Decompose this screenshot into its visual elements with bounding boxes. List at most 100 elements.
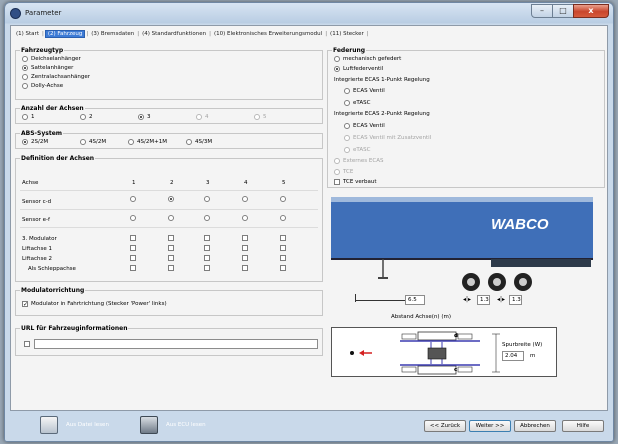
abs-option-4s3m[interactable]: 4S/3M — [186, 139, 212, 145]
aus-datei-button[interactable]: Aus Datei lesen — [40, 416, 109, 434]
tab-erweiterungsmodul[interactable]: (10) Elektronisches Erweiterungsmodul — [212, 31, 324, 37]
option-sattelanhaenger[interactable]: Sattelanhänger — [22, 65, 73, 71]
minimize-button[interactable]: – — [531, 4, 553, 18]
achsen-option-4[interactable]: 4 — [196, 114, 209, 120]
achse-column-3: 3 — [206, 180, 210, 186]
brand-logo: WABCO — [491, 216, 549, 233]
option-zentralachsanhaenger[interactable]: Zentralachsanhänger — [22, 74, 90, 80]
radio-icon — [334, 56, 340, 62]
spurbreite-label: Spurbreite (W) — [502, 342, 543, 348]
option-ecas2-zusatzventil[interactable]: ECAS Ventil mit Zusatzventil — [344, 135, 431, 141]
axle-top-view: d c Spurbreite (W) 2.04 m — [331, 327, 557, 377]
tab-bremsdaten[interactable]: (3) Bremsdaten — [89, 31, 136, 37]
schleppachse-axle-4[interactable] — [242, 265, 248, 271]
sensor-cd-axle-4[interactable] — [242, 196, 248, 202]
tab-bar: (1) Start | (2) Fahrzeug | (3) Bremsdaten |… — [14, 30, 369, 38]
url-input[interactable] — [34, 339, 318, 349]
liftachse1-axle-2[interactable] — [168, 245, 174, 251]
schleppachse-axle-3[interactable] — [204, 265, 210, 271]
sensor-d-label: d — [454, 333, 458, 339]
liftachse1-axle-1[interactable] — [130, 245, 136, 251]
abs-option-4s2m[interactable]: 4S/2M — [80, 139, 106, 145]
radio-icon — [344, 100, 350, 106]
liftachse2-axle-2[interactable] — [168, 255, 174, 261]
modulator-richtung-checkbox[interactable]: ✓ Modulator in Fahrtrichtung (Stecker 'Po… — [22, 301, 167, 308]
option-tce[interactable]: TCE — [334, 169, 353, 175]
modulator3-axle-4[interactable] — [242, 235, 248, 241]
radio-icon — [22, 83, 28, 89]
modulator3-axle-1[interactable] — [130, 235, 136, 241]
liftachse2-axle-3[interactable] — [204, 255, 210, 261]
liftachse1-axle-4[interactable] — [242, 245, 248, 251]
option-ecas2-etasc[interactable]: eTASC — [344, 147, 370, 153]
option-ecas1-ventil[interactable]: ECAS Ventil — [344, 88, 385, 94]
abstand-input[interactable]: 6.5 — [405, 295, 425, 305]
sensor-ef-axle-1[interactable] — [130, 215, 136, 221]
modulator3-axle-5[interactable] — [280, 235, 286, 241]
sensor-ef-axle-3[interactable] — [204, 215, 210, 221]
option-externes-ecas[interactable]: Externes ECAS — [334, 158, 384, 164]
radio-icon — [80, 114, 86, 120]
modulator-box — [427, 347, 447, 360]
spurbreite-input[interactable]: 2.04 — [502, 351, 524, 361]
achsen-option-2[interactable]: 2 — [80, 114, 93, 120]
sensor-cd-axle-5[interactable] — [280, 196, 286, 202]
abs-option-4s2m1m[interactable]: 4S/2M+1M — [128, 139, 167, 145]
trailer-body — [331, 197, 593, 259]
liftachse2-axle-4[interactable] — [242, 255, 248, 261]
liftachse1-axle-3[interactable] — [204, 245, 210, 251]
sensor-cd-axle-1[interactable] — [130, 196, 136, 202]
achsen-option-5[interactable]: 5 — [254, 114, 267, 120]
option-ecas2-ventil[interactable]: ECAS Ventil — [344, 123, 385, 129]
tce-verbaut-checkbox[interactable]: TCE verbaut — [334, 179, 377, 185]
sensor-ef-axle-5[interactable] — [280, 215, 286, 221]
liftachse2-axle-1[interactable] — [130, 255, 136, 261]
achsen-option-1[interactable]: 1 — [22, 114, 35, 120]
sensor-cd-axle-3[interactable] — [204, 196, 210, 202]
schleppachse-axle-2[interactable] — [168, 265, 174, 271]
option-mechanisch-gefedert[interactable]: mechanisch gefedert — [334, 56, 401, 62]
trailer-roof — [331, 197, 593, 202]
tab-standardfunktionen[interactable]: (4) Standardfunktionen — [140, 31, 208, 37]
url-checkbox[interactable] — [24, 341, 30, 347]
row-label-liftachse-1: Liftachse 1 — [22, 246, 52, 252]
achse-column-2: 2 — [170, 180, 174, 186]
sensor-c-label: c — [454, 367, 458, 373]
radio-checked-icon — [138, 114, 144, 120]
option-luftfederventil[interactable]: Luftfederventil — [334, 66, 383, 72]
spurbreite-unit: m — [530, 353, 536, 359]
option-deichselanhaenger[interactable]: Deichselanhänger — [22, 56, 81, 62]
sensor-ef-axle-2[interactable] — [168, 215, 174, 221]
tab-fahrzeug[interactable]: (2) Fahrzeug — [44, 30, 86, 38]
chassis — [491, 259, 591, 267]
weiter-button[interactable]: Weiter >> — [469, 420, 511, 432]
close-button[interactable]: x — [573, 4, 609, 18]
hilfe-button[interactable]: Hilfe — [562, 420, 604, 432]
modulator3-axle-2[interactable] — [168, 235, 174, 241]
ecu-read-icon — [140, 416, 158, 434]
tab-start[interactable]: (1) Start — [14, 31, 41, 37]
tab-stecker[interactable]: (11) Stecker — [328, 31, 366, 37]
radio-icon — [80, 139, 86, 145]
radio-icon — [196, 114, 202, 120]
spacing1-arrows: ◂|▸ — [463, 296, 472, 303]
option-ecas1-etasc[interactable]: eTASC — [344, 100, 370, 106]
liftachse2-axle-5[interactable] — [280, 255, 286, 261]
modulator3-axle-3[interactable] — [204, 235, 210, 241]
definition-achsen-title: Definition der Achsen — [20, 155, 96, 162]
schleppachse-axle-1[interactable] — [130, 265, 136, 271]
aus-ecu-button[interactable]: Aus ECU lesen — [140, 416, 206, 434]
option-dolly-achse[interactable]: Dolly-Achse — [22, 83, 63, 89]
zurueck-button[interactable]: << Zurück — [424, 420, 466, 432]
abs-option-2s2m[interactable]: 2S/2M — [22, 139, 48, 145]
schleppachse-axle-5[interactable] — [280, 265, 286, 271]
spacing2-input[interactable]: 1.3 — [509, 295, 522, 305]
sensor-cd-axle-2[interactable] — [168, 196, 174, 202]
sensor-ef-axle-4[interactable] — [242, 215, 248, 221]
maximize-button[interactable]: □ — [552, 4, 574, 18]
spacing1-input[interactable]: 1.3 — [477, 295, 490, 305]
parameter-window: Parameter – □ x (1) Start | (2) Fahrzeug |… — [4, 2, 614, 442]
liftachse1-axle-5[interactable] — [280, 245, 286, 251]
achsen-option-3[interactable]: 3 — [138, 114, 151, 120]
abbrechen-button[interactable]: Abbrechen — [514, 420, 556, 432]
